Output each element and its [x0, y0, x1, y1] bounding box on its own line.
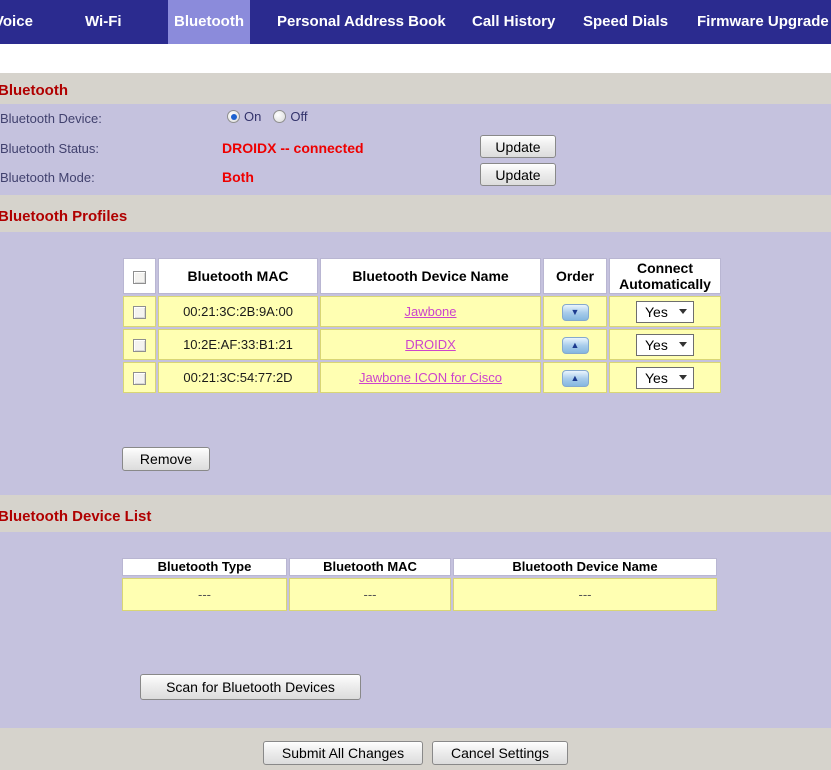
tab-speed-dials[interactable]: Speed Dials: [583, 0, 668, 44]
tab-firmware-upgrade[interactable]: Firmware Upgrade: [697, 0, 829, 44]
section-title: Bluetooth Profiles: [0, 208, 127, 225]
section-title: Bluetooth Device List: [0, 508, 151, 525]
footer-bar: Submit All Changes Cancel Settings: [0, 728, 831, 770]
mac-cell: 00:21:3C:54:77:2D: [158, 362, 318, 393]
bluetooth-device-radio-group: On Off: [227, 109, 315, 124]
tab-call-history[interactable]: Call History: [472, 0, 555, 44]
section-header-bluetooth: Bluetooth: [0, 73, 831, 104]
bluetooth-profiles-table: Bluetooth MAC Bluetooth Device Name Orde…: [121, 256, 723, 395]
device-link[interactable]: Jawbone ICON for Cisco: [359, 370, 502, 385]
bluetooth-device-label: Bluetooth Device:: [0, 111, 102, 126]
bluetooth-status-label: Bluetooth Status:: [0, 141, 99, 156]
dropdown-arrow-icon: [679, 342, 687, 347]
bluetooth-section: Bluetooth Device: On Off Bluetooth Statu…: [0, 104, 831, 195]
dropdown-arrow-icon: [679, 375, 687, 380]
table-row: 00:21:3C:54:77:2D Jawbone ICON for Cisco…: [123, 362, 721, 393]
arrow-up-icon: ▲: [571, 374, 580, 383]
bluetooth-settings-page: Voice Wi-Fi Bluetooth Personal Address B…: [0, 0, 831, 770]
radio-on[interactable]: [227, 110, 240, 123]
col-header-order: Order: [543, 258, 607, 294]
section-title: Bluetooth: [0, 82, 68, 99]
update-status-button[interactable]: Update: [480, 135, 556, 158]
radio-off-label: Off: [290, 109, 307, 124]
profiles-section: Bluetooth MAC Bluetooth Device Name Orde…: [0, 232, 831, 495]
arrow-up-icon: ▲: [571, 341, 580, 350]
device-link[interactable]: DROIDX: [405, 337, 456, 352]
connect-select[interactable]: Yes: [636, 301, 694, 323]
device-list-header-row: Bluetooth Type Bluetooth MAC Bluetooth D…: [122, 558, 717, 576]
row-checkbox[interactable]: [133, 339, 146, 352]
order-down-button[interactable]: ▼: [562, 304, 589, 321]
cancel-settings-button[interactable]: Cancel Settings: [432, 741, 568, 765]
col-header-name: Bluetooth Device Name: [453, 558, 717, 576]
section-header-profiles: Bluetooth Profiles: [0, 195, 831, 232]
order-up-button[interactable]: ▲: [562, 337, 589, 354]
bluetooth-status-value: DROIDX -- connected: [222, 140, 364, 156]
bluetooth-device-list-table: Bluetooth Type Bluetooth MAC Bluetooth D…: [120, 556, 719, 613]
bluetooth-mode-value: Both: [222, 169, 254, 185]
type-cell: ---: [122, 578, 287, 611]
col-header-type: Bluetooth Type: [122, 558, 287, 576]
name-cell: ---: [453, 578, 717, 611]
nav-separator: [0, 44, 831, 73]
order-up-button[interactable]: ▲: [562, 370, 589, 387]
dropdown-arrow-icon: [679, 309, 687, 314]
profiles-header-row: Bluetooth MAC Bluetooth Device Name Orde…: [123, 258, 721, 294]
section-header-device-list: Bluetooth Device List: [0, 495, 831, 532]
select-all-checkbox[interactable]: [133, 271, 146, 284]
top-nav: Voice Wi-Fi Bluetooth Personal Address B…: [0, 0, 831, 44]
table-row: --- --- ---: [122, 578, 717, 611]
submit-all-changes-button[interactable]: Submit All Changes: [263, 741, 423, 765]
radio-off[interactable]: [273, 110, 286, 123]
connect-select[interactable]: Yes: [636, 367, 694, 389]
update-mode-button[interactable]: Update: [480, 163, 556, 186]
col-header-mac: Bluetooth MAC: [158, 258, 318, 294]
device-list-section: Bluetooth Type Bluetooth MAC Bluetooth D…: [0, 532, 831, 728]
table-row: 10:2E:AF:33:B1:21 DROIDX ▲ Yes: [123, 329, 721, 360]
tab-wifi[interactable]: Wi-Fi: [85, 0, 122, 44]
col-header-mac: Bluetooth MAC: [289, 558, 451, 576]
row-checkbox[interactable]: [133, 306, 146, 319]
radio-on-label: On: [244, 109, 261, 124]
connect-select[interactable]: Yes: [636, 334, 694, 356]
tab-personal-address-book[interactable]: Personal Address Book: [277, 0, 446, 44]
table-row: 00:21:3C:2B:9A:00 Jawbone ▼ Yes: [123, 296, 721, 327]
row-checkbox[interactable]: [133, 372, 146, 385]
col-header-connect: Connect Automatically: [609, 258, 721, 294]
mac-cell: 10:2E:AF:33:B1:21: [158, 329, 318, 360]
col-header-name: Bluetooth Device Name: [320, 258, 541, 294]
scan-for-bluetooth-devices-button[interactable]: Scan for Bluetooth Devices: [140, 674, 361, 700]
device-link[interactable]: Jawbone: [404, 304, 456, 319]
mac-cell: ---: [289, 578, 451, 611]
tab-voice[interactable]: Voice: [0, 0, 33, 44]
mac-cell: 00:21:3C:2B:9A:00: [158, 296, 318, 327]
remove-button[interactable]: Remove: [122, 447, 210, 471]
select-all-cell: [123, 258, 156, 294]
arrow-down-icon: ▼: [571, 308, 580, 317]
bluetooth-mode-label: Bluetooth Mode:: [0, 170, 95, 185]
